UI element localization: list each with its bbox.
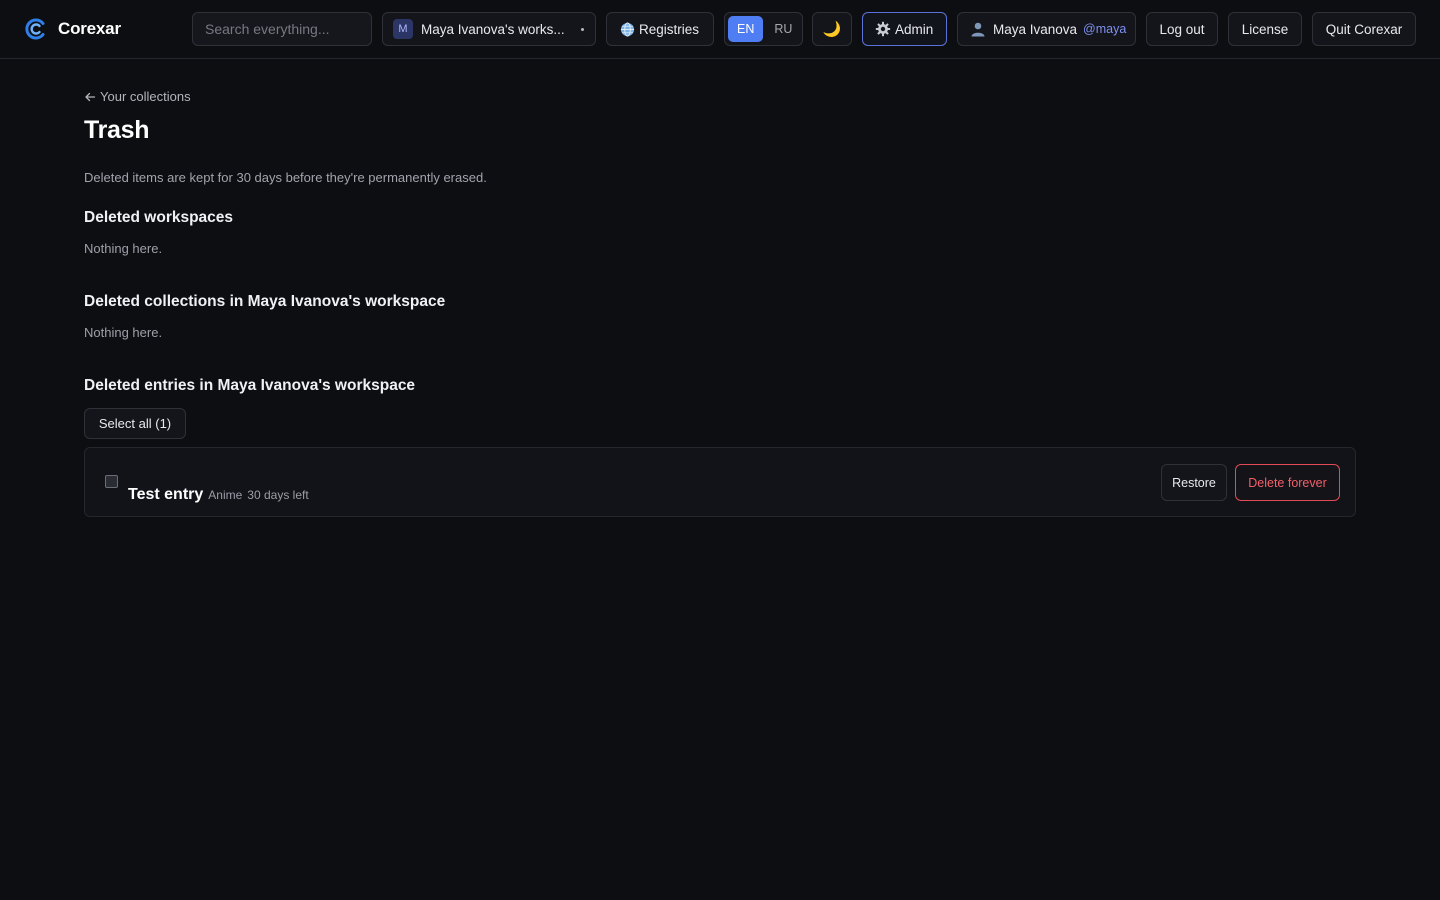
quit-button[interactable]: Quit Corexar xyxy=(1312,12,1416,46)
registries-button[interactable]: Registries xyxy=(606,12,714,46)
deleted-workspaces-heading: Deleted workspaces xyxy=(84,209,234,226)
license-button[interactable]: License xyxy=(1228,12,1302,46)
page-description: Deleted items are kept for 30 days befor… xyxy=(84,170,487,185)
restore-button[interactable]: Restore xyxy=(1161,464,1227,501)
deleted-collections-empty: Nothing here. xyxy=(84,325,163,340)
delete-forever-button[interactable]: Delete forever xyxy=(1235,464,1340,501)
theme-toggle-button[interactable]: 🌙 xyxy=(812,12,852,46)
app-name: Corexar xyxy=(58,19,121,38)
entry-info: Test entry Anime 30 days left xyxy=(128,486,314,504)
language-ru-button[interactable]: RU xyxy=(765,16,801,42)
workspace-switcher[interactable]: M Maya Ivanova's works... xyxy=(382,12,596,46)
deleted-workspaces-empty: Nothing here. xyxy=(84,241,163,256)
deleted-collections-heading: Deleted collections in Maya Ivanova's wo… xyxy=(84,293,446,310)
workspace-avatar: M xyxy=(393,19,413,39)
workspace-name: Maya Ivanova's works... xyxy=(421,21,565,37)
entry-days-left: 30 days left xyxy=(247,488,309,502)
logout-button[interactable]: Log out xyxy=(1146,12,1218,46)
search-input[interactable] xyxy=(205,21,365,37)
search-box[interactable] xyxy=(192,12,372,46)
entry-checkbox[interactable] xyxy=(105,475,118,488)
registries-label: Registries xyxy=(639,21,700,37)
entry-title: Test entry xyxy=(128,486,204,503)
admin-label: Admin xyxy=(895,21,934,37)
back-link-label: Your collections xyxy=(100,89,191,104)
list-item: Test entry Anime 30 days left Restore De… xyxy=(84,447,1356,517)
back-link[interactable]: Your collections xyxy=(84,89,191,104)
page-title: Trash xyxy=(84,116,150,144)
user-profile-button[interactable]: Maya Ivanova @maya xyxy=(957,12,1136,46)
dropdown-caret-icon xyxy=(581,28,584,31)
language-en-button[interactable]: EN xyxy=(728,16,764,42)
globe-icon xyxy=(620,21,635,37)
corexar-logo-icon xyxy=(25,18,45,40)
deleted-entries-heading: Deleted entries in Maya Ivanova's worksp… xyxy=(84,377,416,394)
moon-icon: 🌙 xyxy=(822,21,842,38)
gear-icon xyxy=(875,21,891,37)
language-switcher: EN RU xyxy=(724,12,803,46)
user-handle: @maya xyxy=(1083,22,1127,36)
top-bar: Corexar M Maya Ivanova's works... Regist… xyxy=(0,0,1440,59)
entry-collection: Anime xyxy=(208,488,243,502)
user-icon xyxy=(971,22,985,37)
select-all-button[interactable]: Select all (1) xyxy=(84,408,186,439)
user-name: Maya Ivanova xyxy=(993,21,1078,37)
arrow-left-icon xyxy=(85,92,96,101)
brand[interactable]: Corexar xyxy=(24,17,121,41)
admin-button[interactable]: Admin xyxy=(862,12,947,46)
